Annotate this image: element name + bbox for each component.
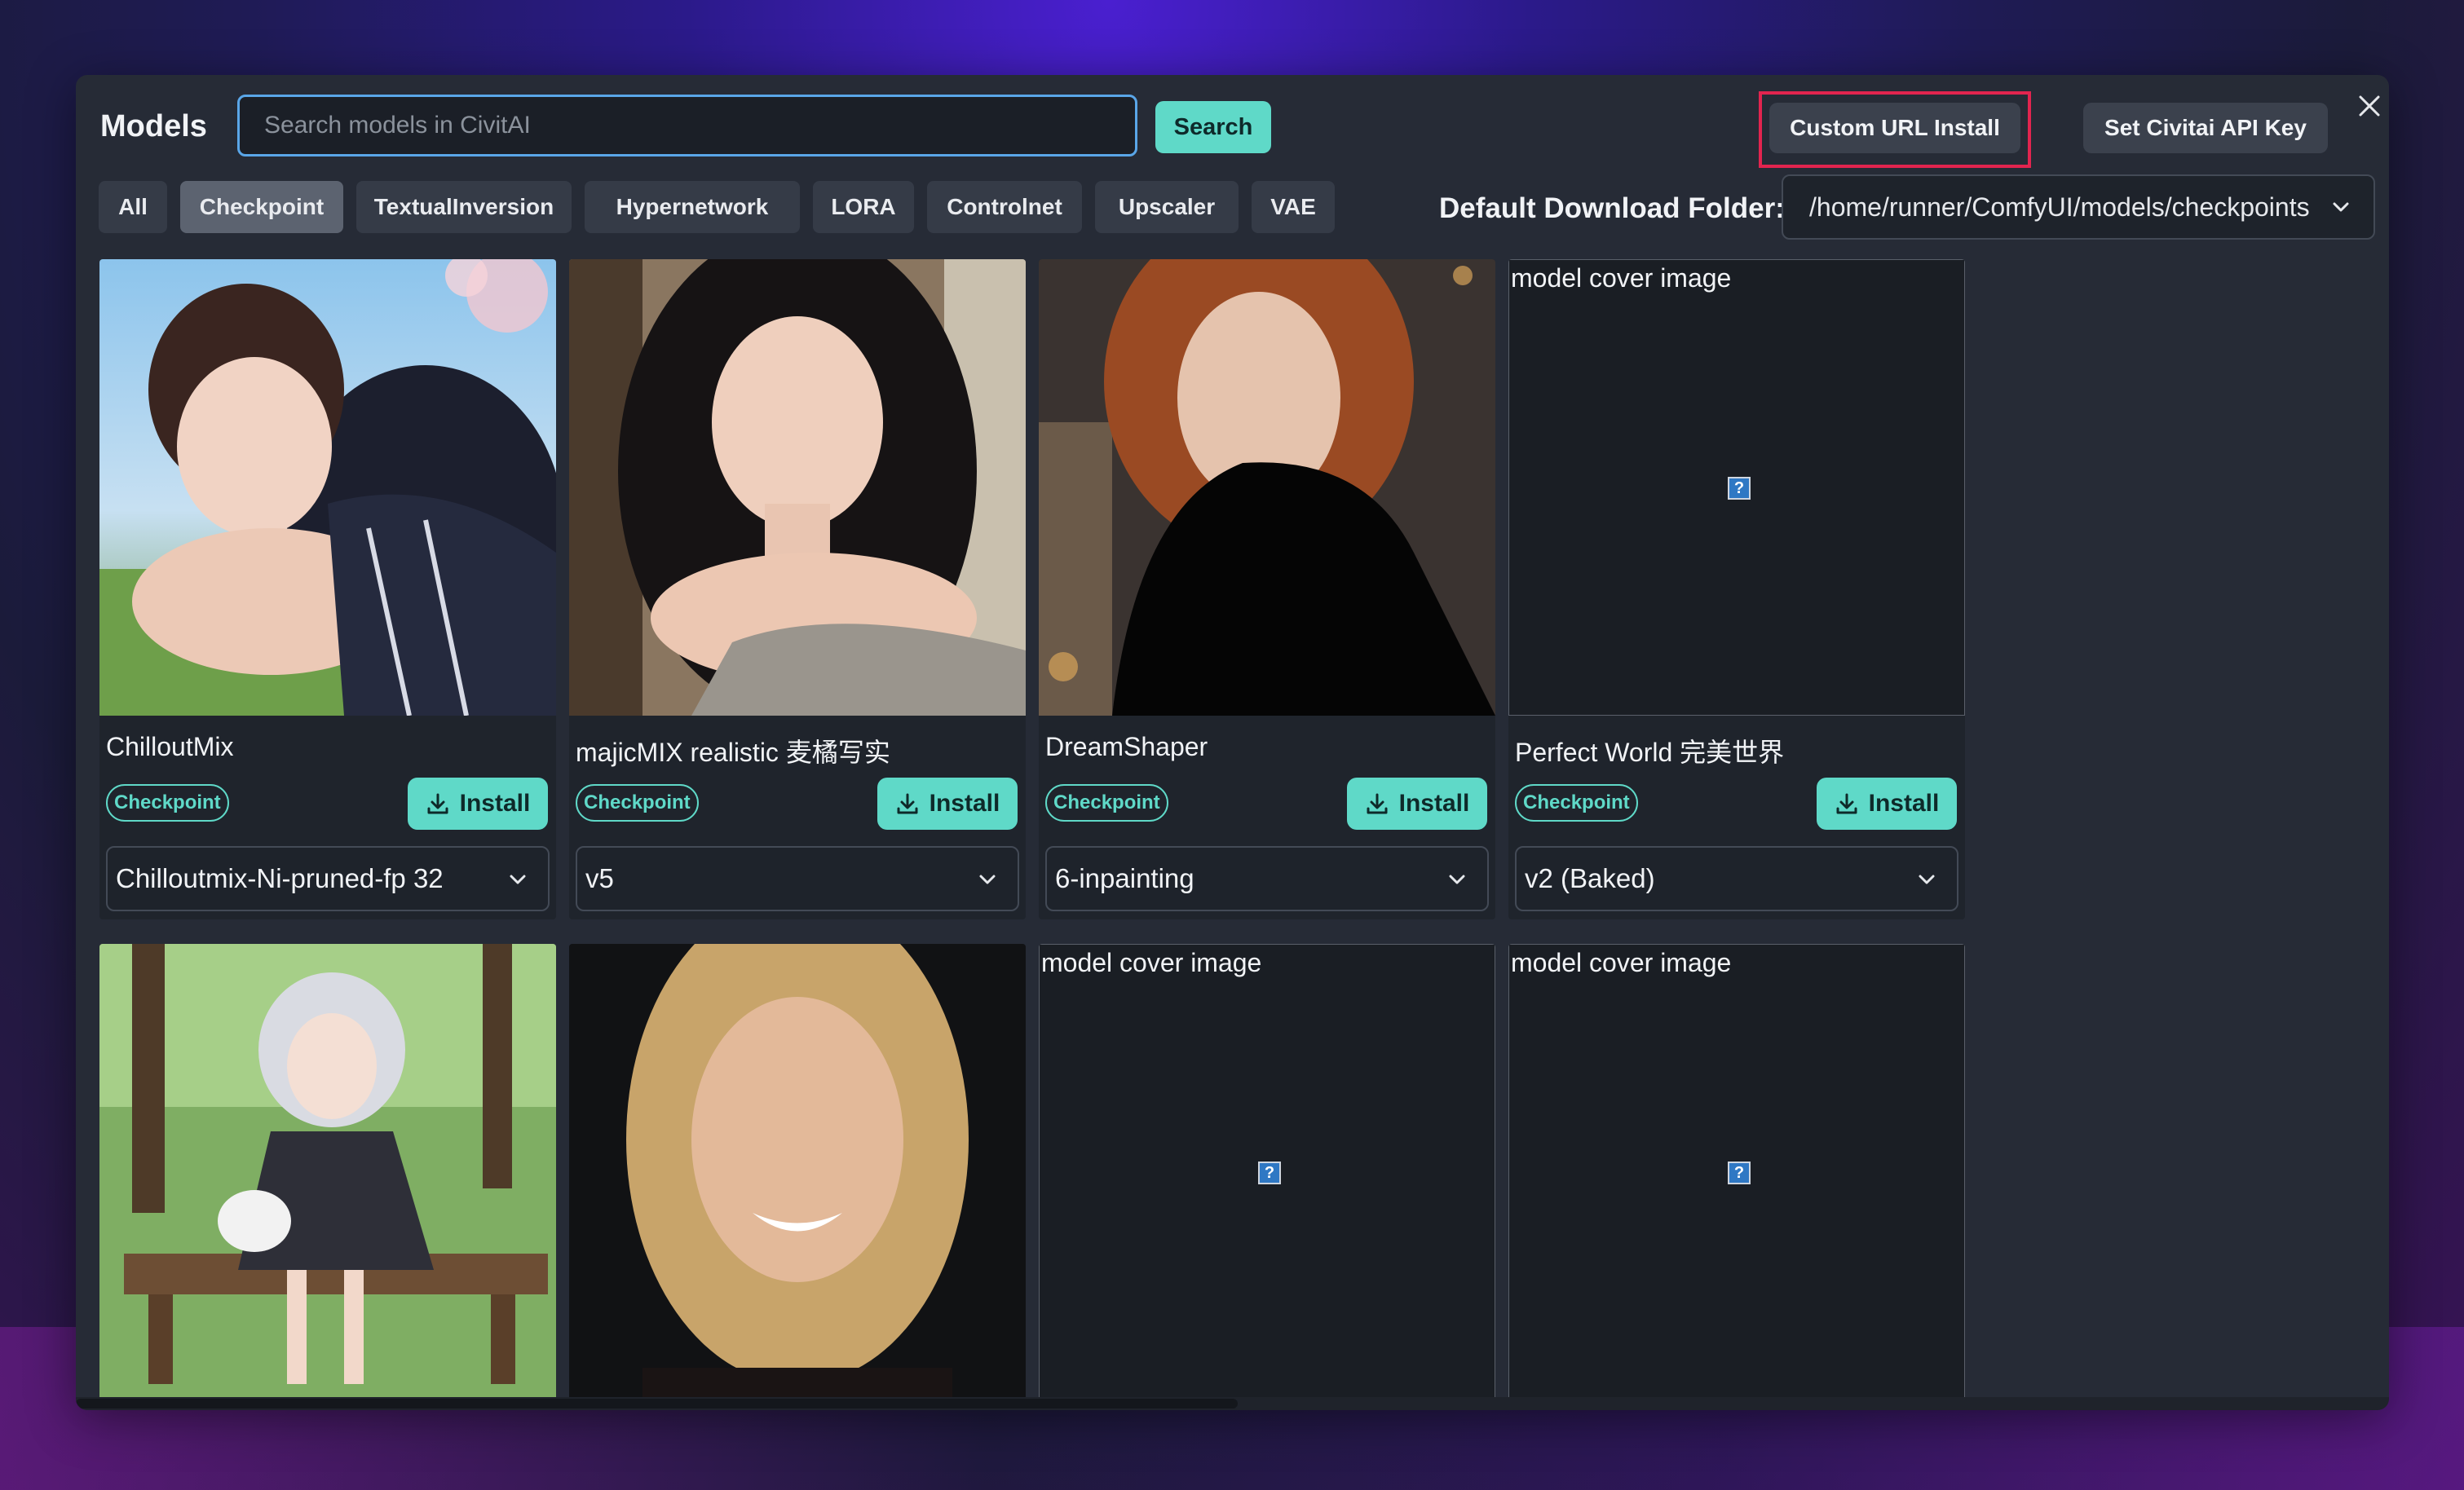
download-icon	[1367, 793, 1388, 814]
model-cover-image[interactable]	[99, 259, 556, 716]
version-select[interactable]: v5	[576, 846, 1019, 911]
model-name: DreamShaper	[1045, 732, 1208, 761]
model-card: model cover image ?	[1039, 944, 1495, 1410]
model-cover-image[interactable]: model cover image ?	[1039, 944, 1495, 1400]
set-civitai-api-key-button[interactable]: Set Civitai API Key	[2083, 103, 2328, 153]
model-card: ChilloutMix Checkpoint Install Chilloutm…	[99, 259, 556, 919]
filter-upscaler[interactable]: Upscaler	[1095, 181, 1239, 233]
version-select[interactable]: 6-inpainting	[1045, 846, 1489, 911]
filter-hypernetwork[interactable]: Hypernetwork	[585, 181, 800, 233]
install-label: Install	[1868, 790, 1940, 817]
model-name: ChilloutMix	[106, 732, 234, 761]
filter-vae[interactable]: VAE	[1252, 181, 1335, 233]
version-value: v5	[585, 863, 614, 893]
install-label: Install	[1398, 790, 1470, 817]
filter-controlnet[interactable]: Controlnet	[927, 181, 1082, 233]
dialog-title: Models	[100, 109, 207, 143]
search-input[interactable]	[237, 95, 1137, 156]
horizontal-scrollbar[interactable]	[76, 1397, 2389, 1410]
version-value: Chilloutmix-Ni-pruned-fp 32	[116, 863, 444, 893]
model-name: Perfect World 完美世界	[1515, 738, 1785, 767]
custom-url-install-button[interactable]: Custom URL Install	[1769, 103, 2020, 153]
model-card	[569, 944, 1026, 1410]
model-cover-image[interactable]	[99, 944, 556, 1400]
close-icon[interactable]	[2351, 88, 2388, 126]
version-value: v2 (Baked)	[1525, 863, 1655, 893]
model-cover-image[interactable]: model cover image ?	[1508, 944, 1965, 1400]
model-cover-image[interactable]	[569, 259, 1026, 716]
model-card: model cover image ?	[1508, 944, 1965, 1410]
filter-checkpoint[interactable]: Checkpoint	[180, 181, 343, 233]
download-folder-value: /home/runner/ComfyUI/models/checkpoints	[1809, 192, 2310, 222]
install-button[interactable]: Install	[1817, 778, 1957, 830]
model-type-badge: Checkpoint	[1515, 784, 1638, 822]
model-card: model cover image ? Perfect World 完美世界 C…	[1508, 259, 1965, 919]
chevron-down-icon	[2333, 202, 2349, 212]
model-cover-image[interactable]	[569, 944, 1026, 1400]
version-select[interactable]: v2 (Baked)	[1515, 846, 1958, 911]
filter-lora[interactable]: LORA	[813, 181, 914, 233]
cover-alt-text: model cover image	[1511, 263, 1732, 293]
install-label: Install	[929, 790, 1000, 817]
filter-all[interactable]: All	[99, 181, 167, 233]
version-value: 6-inpainting	[1055, 863, 1194, 893]
install-button[interactable]: Install	[1347, 778, 1487, 830]
broken-image-icon: ?	[1728, 477, 1751, 500]
download-icon	[427, 793, 448, 814]
chevron-down-icon	[1449, 875, 1465, 884]
model-card: DreamShaper Checkpoint Install 6-inpaint…	[1039, 259, 1495, 919]
chevron-down-icon	[510, 875, 526, 884]
models-dialog: Models Search Custom URL Install Set Civ…	[76, 75, 2389, 1410]
download-folder-select[interactable]: /home/runner/ComfyUI/models/checkpoints	[1782, 174, 2375, 240]
model-type-badge: Checkpoint	[576, 784, 699, 822]
chevron-down-icon	[979, 875, 996, 884]
model-cover-image[interactable]	[1039, 259, 1495, 716]
cover-alt-text: model cover image	[1041, 948, 1262, 977]
broken-image-icon: ?	[1258, 1162, 1281, 1184]
broken-image-icon: ?	[1728, 1162, 1751, 1184]
install-button[interactable]: Install	[408, 778, 548, 830]
download-folder-label: Default Download Folder:	[1439, 192, 1785, 224]
version-select[interactable]: Chilloutmix-Ni-pruned-fp 32	[106, 846, 550, 911]
download-icon	[1836, 793, 1857, 814]
model-type-badge: Checkpoint	[1045, 784, 1168, 822]
model-type-badge: Checkpoint	[106, 784, 229, 822]
model-card	[99, 944, 556, 1410]
cover-alt-text: model cover image	[1511, 948, 1732, 977]
download-icon	[897, 793, 918, 814]
install-label: Install	[459, 790, 531, 817]
model-cover-image[interactable]: model cover image ?	[1508, 259, 1965, 716]
chevron-down-icon	[1919, 875, 1935, 884]
model-name: majicMIX realistic 麦橘写实	[576, 738, 890, 767]
scrollbar-thumb[interactable]	[76, 1399, 1238, 1408]
install-button[interactable]: Install	[877, 778, 1018, 830]
model-card: majicMIX realistic 麦橘写实 Checkpoint Insta…	[569, 259, 1026, 919]
filter-textualinversion[interactable]: TextualInversion	[356, 181, 572, 233]
search-button[interactable]: Search	[1155, 101, 1271, 153]
